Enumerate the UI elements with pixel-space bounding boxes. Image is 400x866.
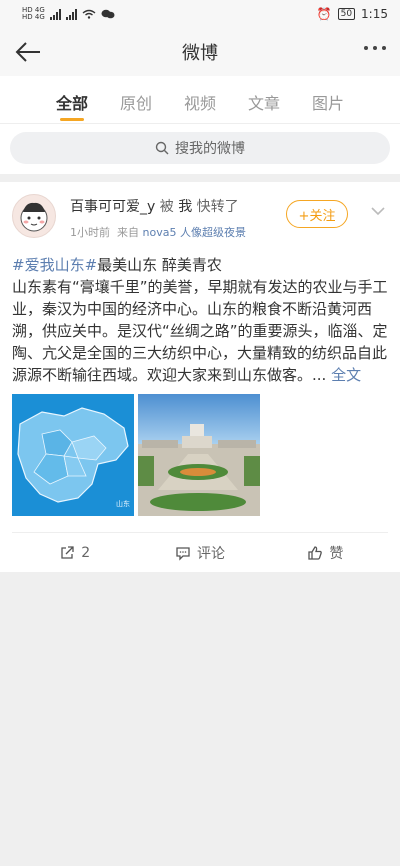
- post-body: #爱我山东#最美山东 醉美青农 山东素有“膏壤千里”的美誉，早期就有发达的农业与…: [12, 254, 388, 386]
- tab-article[interactable]: 文章: [232, 90, 296, 114]
- source-device[interactable]: nova5 人像超级夜景: [143, 226, 246, 239]
- share-icon: [61, 545, 74, 559]
- battery-icon: 50: [337, 8, 356, 20]
- network-indicator: HD 4G HD 4G: [22, 7, 45, 21]
- post-header: 百事可可爱_y 被 我 快转了 1小时前 来自 nova5 人像超级夜景 +关注: [12, 194, 388, 250]
- back-arrow-icon[interactable]: [14, 40, 44, 64]
- comment-label: 评论: [196, 545, 225, 562]
- shandong-map-image[interactable]: 山东: [12, 394, 134, 516]
- post-title: 最美山东 醉美青农: [97, 256, 222, 274]
- me-label[interactable]: 我: [178, 199, 192, 215]
- tab-original[interactable]: 原创: [104, 90, 168, 114]
- by-label: 被: [159, 199, 174, 215]
- tab-images[interactable]: 图片: [296, 90, 360, 114]
- action-label: 快转了: [196, 199, 239, 215]
- signal-icon-2: [65, 8, 77, 20]
- source-prefix: 来自: [117, 226, 139, 239]
- tab-all[interactable]: 全部: [40, 90, 104, 121]
- status-right: ⏰ 50 1:15: [317, 7, 388, 21]
- search-icon: [155, 141, 169, 155]
- search-input[interactable]: 搜我的微博: [10, 132, 390, 164]
- status-left: HD 4G HD 4G: [22, 7, 115, 21]
- page-title: 微博: [182, 43, 218, 64]
- post-meta: 1小时前 来自 nova5 人像超级夜景: [70, 224, 246, 240]
- full-text-link[interactable]: 全文: [331, 366, 361, 384]
- tab-bar: 全部 原创 视频 文章 图片: [0, 76, 400, 124]
- post-images: 山东: [12, 394, 388, 516]
- alarm-icon: ⏰: [316, 7, 332, 21]
- status-bar: HD 4G HD 4G ⏰ 50 1:15: [0, 0, 400, 28]
- map-caption: 山东: [116, 499, 130, 508]
- hashtag-link[interactable]: #爱我山东#: [12, 256, 97, 274]
- follow-button[interactable]: +关注: [286, 200, 348, 228]
- search-area: 搜我的微博: [0, 124, 400, 174]
- comment-icon: [176, 546, 190, 561]
- more-dots-icon[interactable]: [364, 46, 386, 50]
- tab-video[interactable]: 视频: [168, 90, 232, 114]
- post-actions: 2 评论 赞: [12, 532, 388, 572]
- post-time: 1小时前: [70, 226, 110, 239]
- comment-button[interactable]: 评论: [137, 543, 262, 563]
- avatar-face-icon: [20, 202, 48, 232]
- like-button[interactable]: 赞: [263, 543, 388, 563]
- app-header: 微博: [0, 28, 400, 76]
- repost-count: 2: [81, 544, 91, 561]
- weibo-post-card: 百事可可爱_y 被 我 快转了 1小时前 来自 nova5 人像超级夜景 +关注…: [0, 182, 400, 572]
- repost-button[interactable]: 2: [12, 545, 137, 561]
- wifi-icon: [82, 9, 96, 19]
- thumbs-up-icon: [308, 545, 323, 560]
- signal-icon: [49, 8, 61, 20]
- chevron-down-icon[interactable]: [370, 204, 386, 218]
- author-line: 百事可可爱_y 被 我 快转了: [70, 196, 246, 216]
- post-author-block: 百事可可爱_y 被 我 快转了 1小时前 来自 nova5 人像超级夜景: [70, 194, 246, 240]
- network-label-2: HD 4G: [22, 13, 45, 21]
- avatar[interactable]: [12, 194, 56, 238]
- like-label: 赞: [329, 545, 344, 562]
- city-plaza-image[interactable]: [138, 394, 260, 516]
- author-name[interactable]: 百事可可爱_y: [70, 199, 155, 215]
- clock: 1:15: [361, 7, 388, 21]
- search-placeholder: 搜我的微博: [175, 141, 245, 157]
- wechat-icon: [101, 9, 115, 19]
